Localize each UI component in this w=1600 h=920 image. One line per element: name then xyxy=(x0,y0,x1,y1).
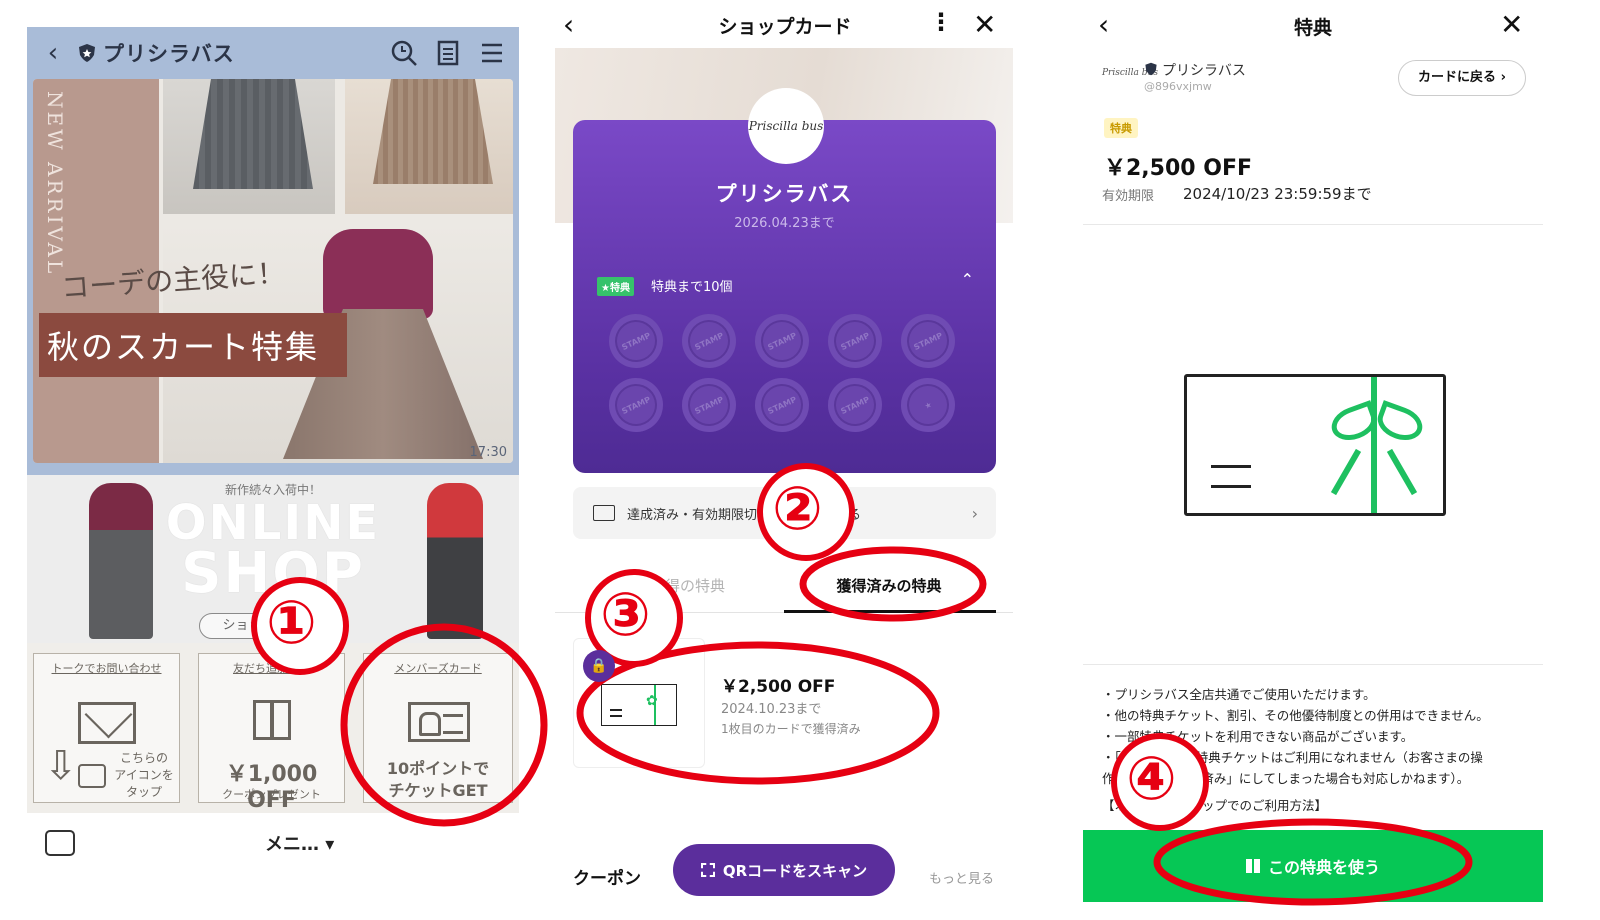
shop-card-bottom-bar: クーポン QRコードをスキャン もっと見る xyxy=(555,840,1025,900)
earned-coupon-item[interactable]: 🔒 ✿ ￥2,500 OFF 2024.10.23まで 1枚目のカードで獲得済み xyxy=(573,636,996,768)
close-icon[interactable]: ✕ xyxy=(1500,8,1523,41)
photo-plaid-skirt xyxy=(163,79,335,214)
divider xyxy=(1083,224,1543,225)
member-card-icon xyxy=(408,702,470,742)
stamp-slot: STAMP xyxy=(673,305,745,377)
reward-header: ‹ 特典 ✕ xyxy=(1068,0,1600,50)
stamp-slot: STAMP xyxy=(673,369,745,441)
reward-tag: 特典 xyxy=(1104,118,1138,138)
lock-icon: 🔒 xyxy=(583,650,615,682)
stamp-slot: STAMP xyxy=(819,305,891,377)
arrow-down-icon: ⇩ xyxy=(44,743,78,789)
photo-pleated-skirt xyxy=(345,79,513,214)
card-history-icon xyxy=(593,505,615,521)
friend-price: ￥1,000 OFF xyxy=(225,762,318,813)
chat-area: ‹ プリシラバス NEW ARRIVAL コーデの主役に！ 秋のスカート特集 1… xyxy=(27,27,519,475)
shop-card-header: ‹ ショップカード ⋮ ✕ xyxy=(545,0,1060,48)
back-to-card-button[interactable]: カードに戻る › xyxy=(1398,60,1526,96)
friend-sub: クーポンプレゼント xyxy=(222,788,321,801)
point-card: プリシラバス 2026.04.23まで ★特典 特典まで10個 ⌃ STAMP S… xyxy=(573,120,996,473)
account-name: プリシラバス xyxy=(1162,63,1246,79)
message-timestamp: 17:30 xyxy=(469,445,507,460)
step-number-1: ① xyxy=(266,588,317,658)
page-title: 特典 xyxy=(1293,17,1332,39)
skirt-feature-banner[interactable]: NEW ARRIVAL コーデの主役に！ 秋のスカート特集 xyxy=(33,79,513,463)
friend-title: 友だち追加特典 xyxy=(233,662,310,675)
member-text-1: 10ポイントで xyxy=(386,759,490,778)
expiry-label: 有効期限 xyxy=(1102,189,1155,204)
stamp-slot: STAMP xyxy=(600,369,672,441)
menu-friend-bonus[interactable]: 友だち追加特典 ￥1,000 OFF クーポンプレゼント xyxy=(198,653,345,813)
banner-title: 秋のスカート特集 xyxy=(47,328,320,366)
back-icon[interactable]: ‹ xyxy=(33,38,73,68)
shop-logo: Priscilla bus xyxy=(748,88,824,164)
account-row: Priscilla bus プリシラバス @896vxjmw カードに戻る › xyxy=(1098,58,1568,98)
active-tab-indicator xyxy=(784,610,996,613)
qr-scan-icon xyxy=(700,863,715,877)
gift-icon xyxy=(1245,859,1260,873)
hamburger-menu-icon[interactable] xyxy=(477,38,507,68)
ticket-icon: ✿ xyxy=(601,684,677,726)
reward-badge: ★特典 xyxy=(597,277,634,296)
chevron-right-icon: › xyxy=(971,503,978,523)
step-number-3: ③ xyxy=(600,580,651,650)
qr-scan-label: QRコードをスキャン xyxy=(722,861,868,880)
coupon-price: ￥2,500 OFF xyxy=(721,677,836,697)
more-link[interactable]: もっと見る xyxy=(929,868,994,887)
ticket-gift-icon xyxy=(1184,374,1446,516)
account-handle: @896vxjmw xyxy=(1144,80,1212,93)
coupon-acquired: 1枚目のカードで獲得済み xyxy=(721,722,861,736)
reward-until: 特典まで10個 xyxy=(651,280,733,295)
rich-menu: トークでお問い合わせ ⇩ こちらのアイコンをタップ 友だち追加特典 ￥1,000… xyxy=(27,643,519,813)
line-chat-panel: ‹ プリシラバス NEW ARRIVAL コーデの主役に！ 秋のスカート特集 1… xyxy=(0,0,545,920)
notes-icon[interactable] xyxy=(433,38,463,68)
stamp-slot: STAMP xyxy=(819,369,891,441)
note-line: ・プリシラバス全店共通でご使用いただけます。 xyxy=(1102,687,1376,702)
contact-tap-text: こちらのアイコンをタップ xyxy=(114,751,174,799)
account-name: プリシラバス xyxy=(103,42,235,66)
step-number-2: ② xyxy=(772,474,823,544)
divider xyxy=(1083,664,1543,665)
use-reward-label: この特典を使う xyxy=(1267,858,1380,877)
keyboard-toggle-icon[interactable] xyxy=(45,830,75,856)
coupon-label[interactable]: クーポン xyxy=(573,864,641,889)
official-shield-icon xyxy=(79,44,95,62)
new-arrival-text: NEW ARRIVAL xyxy=(43,91,67,277)
stamp-slot: STAMP xyxy=(892,305,964,377)
official-shield-icon xyxy=(1145,62,1157,76)
card-expiry: 2026.04.23まで xyxy=(734,216,835,231)
menu-members-card[interactable]: メンバーズカード 10ポイントで チケットGET xyxy=(363,653,513,803)
expiry-value: 2024/10/23 23:59:59まで xyxy=(1183,185,1372,203)
step-number-4: ④ xyxy=(1126,744,1177,814)
keyboard-icon xyxy=(78,764,106,788)
reward-price: ￥2,500 OFF xyxy=(1104,156,1253,181)
contact-title: トークでお問い合わせ xyxy=(51,662,162,675)
coupon-date: 2024.10.23まで xyxy=(721,702,822,717)
search-icon[interactable] xyxy=(389,38,419,68)
member-title: メンバーズカード xyxy=(394,662,482,675)
card-shop-name: プリシラバス xyxy=(715,182,854,206)
mail-icon xyxy=(78,702,136,744)
member-text-2: チケットGET xyxy=(388,781,488,800)
stamp-slot: STAMP xyxy=(746,369,818,441)
menu-toggle[interactable]: メニ… ▾ xyxy=(265,830,334,856)
chevron-up-icon[interactable]: ⌃ xyxy=(961,270,974,289)
more-options-icon[interactable]: ⋮ xyxy=(929,8,953,36)
shop-card-panel: ‹ ショップカード ⋮ ✕ Priscilla bus プリシラバス 2026.… xyxy=(545,0,1060,920)
page-title: ショップカード xyxy=(718,16,852,38)
chat-bottom-bar: メニ… ▾ xyxy=(27,813,519,873)
stamp-slot: STAMP xyxy=(746,305,818,377)
qr-scan-button[interactable]: QRコードをスキャン xyxy=(673,844,895,896)
gift-icon xyxy=(253,700,291,740)
history-link-text: 達成済み・有効期限切れのカードを見る xyxy=(627,507,862,523)
banner-title-box: 秋のスカート特集 xyxy=(39,313,347,377)
note-line: ・他の特典チケット、割引、その他優待制度との併用はできません。 xyxy=(1102,708,1489,723)
close-icon[interactable]: ✕ xyxy=(973,8,996,41)
use-reward-button[interactable]: この特典を使う xyxy=(1083,830,1543,902)
tab-earned[interactable]: 獲得済みの特典 xyxy=(784,575,994,596)
stamp-slot: STAMP xyxy=(600,305,672,377)
menu-contact[interactable]: トークでお問い合わせ ⇩ こちらのアイコンをタップ xyxy=(33,653,180,803)
stamp-slot: ★ xyxy=(892,369,964,441)
chat-header: ‹ プリシラバス xyxy=(27,27,519,79)
